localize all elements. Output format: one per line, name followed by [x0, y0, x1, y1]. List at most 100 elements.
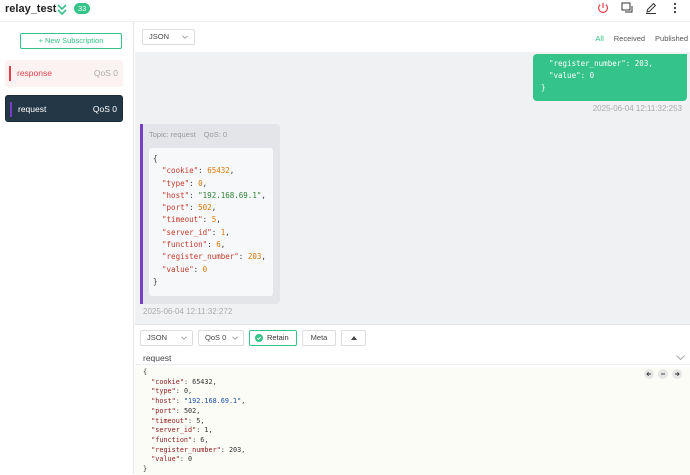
- chevron-down-icon[interactable]: [676, 354, 685, 361]
- published-line: "value": 0: [549, 71, 595, 80]
- json-key: "type": [151, 387, 176, 396]
- json-line: "port": 502,: [162, 203, 217, 213]
- json-value: "192.168.69.1": [183, 397, 242, 406]
- json-line: "type": 0,: [162, 178, 208, 188]
- json-value: 5: [211, 215, 217, 225]
- json-value: 0: [198, 178, 203, 188]
- json-brace-open: {: [143, 368, 148, 376]
- composer-format-select[interactable]: JSON: [140, 330, 193, 346]
- json-key: "value": [162, 264, 194, 274]
- received-message-bubble[interactable]: Topic: request QoS: 0 { "cookie": 65432, …: [140, 124, 280, 304]
- json-line: "function": 6,: [162, 240, 226, 250]
- filter-received[interactable]: Received: [614, 34, 645, 43]
- message-filter-tabs: All Received Published: [595, 34, 688, 43]
- json-value: 5: [196, 416, 201, 425]
- json-key: "timeout": [151, 416, 189, 425]
- json-key: "host": [162, 190, 190, 200]
- json-value: 502: [198, 203, 212, 213]
- json-line: "host": "192.168.69.1",: [151, 397, 246, 406]
- subscription-qos: QoS 0: [93, 68, 118, 78]
- json-line: "value": 0: [151, 455, 193, 464]
- subscription-topic: response: [17, 68, 52, 78]
- publish-composer: JSON QoS 0 Retain Meta request { "cookie…: [135, 324, 690, 475]
- json-line: "type": 0,: [151, 387, 193, 396]
- received-payload: { "cookie": 65432, "type": 0, "host": "1…: [149, 148, 273, 296]
- retain-label: Retain: [267, 333, 289, 342]
- json-key: "server_id": [162, 227, 212, 237]
- subscription-color-bar: [10, 102, 12, 117]
- header-actions: [596, 1, 682, 15]
- json-key: "register_number": [151, 445, 221, 454]
- json-line: "host": "192.168.69.1",: [162, 190, 266, 200]
- subscription-topic: request: [18, 104, 47, 114]
- json-key: "type": [162, 178, 190, 188]
- chevron-down-icon: [182, 35, 188, 39]
- retain-toggle[interactable]: Retain: [249, 330, 297, 346]
- published-line: "register_number": 203,: [549, 59, 653, 68]
- json-line: "server_id": 1,: [162, 227, 230, 237]
- filter-all[interactable]: All: [595, 34, 603, 43]
- caret-up-icon: [351, 336, 357, 340]
- arrow-right-icon[interactable]: [672, 369, 682, 379]
- payload-editor[interactable]: { "cookie": 65432, "type": 0, "host": "1…: [135, 367, 690, 475]
- composer-qos-value: QoS 0: [205, 333, 227, 342]
- new-subscription-button[interactable]: + New Subscription: [20, 33, 122, 49]
- received-timestamp: 2025-06-04 12:11:32:272: [143, 307, 233, 316]
- json-key: "function": [162, 240, 208, 250]
- payload-format-select[interactable]: JSON: [142, 29, 195, 45]
- more-icon[interactable]: [668, 1, 682, 15]
- json-value: 0: [188, 455, 193, 464]
- double-chevron-down-icon[interactable]: [56, 2, 68, 16]
- composer-qos-select[interactable]: QoS 0: [198, 330, 244, 346]
- message-list[interactable]: JSON All Received Published "register_nu…: [135, 22, 690, 324]
- topic-input[interactable]: request: [135, 351, 690, 365]
- minus-icon[interactable]: [658, 369, 668, 379]
- json-value: 65432: [192, 377, 213, 386]
- json-key: "cookie": [151, 377, 184, 386]
- json-line: "cookie": 65432,: [151, 377, 217, 386]
- json-value: 0: [183, 387, 189, 396]
- check-circle-icon: [255, 334, 263, 342]
- message-count-badge: 33: [74, 3, 91, 14]
- json-line: "server_id": 1,: [151, 426, 213, 435]
- json-key: "timeout": [162, 215, 203, 225]
- received-topic: Topic: request: [149, 130, 196, 139]
- scripts-icon[interactable]: [620, 1, 634, 15]
- history-nav: [644, 369, 682, 379]
- json-value: 6: [216, 240, 221, 250]
- json-line: "cookie": 65432,: [162, 166, 235, 176]
- received-message-header: Topic: request QoS: 0: [149, 130, 227, 139]
- power-icon[interactable]: [596, 1, 610, 15]
- json-line: "function": 6,: [151, 435, 209, 444]
- json-line: "timeout": 5,: [162, 215, 221, 225]
- subscription-qos: QoS 0: [92, 104, 117, 114]
- received-qos: QoS: 0: [203, 130, 228, 139]
- expand-up-button[interactable]: [341, 330, 366, 346]
- json-key: "cookie": [162, 166, 199, 176]
- json-line: "timeout": 5,: [151, 416, 205, 425]
- edit-icon[interactable]: [644, 1, 658, 15]
- subscriptions-sidebar: + New Subscription response QoS 0 reques…: [0, 22, 134, 474]
- json-value: 1: [204, 426, 209, 435]
- subscription-item-response[interactable]: response QoS 0: [5, 60, 123, 87]
- top-bar: relay_test 33: [0, 0, 690, 22]
- message-toolbar: JSON All Received Published: [135, 22, 690, 52]
- subscription-color-bar: [9, 66, 11, 81]
- json-key: "register_number": [162, 252, 239, 262]
- arrow-left-icon[interactable]: [644, 369, 654, 379]
- topic-color-bar: [140, 124, 143, 304]
- payload-format-value: JSON: [149, 32, 170, 41]
- json-value: 203: [228, 445, 242, 454]
- json-key: "port": [162, 203, 190, 213]
- json-value: 1: [220, 227, 226, 237]
- json-brace-close: }: [143, 465, 148, 474]
- json-value: 65432: [207, 166, 230, 176]
- published-message-bubble[interactable]: "register_number": 203, "value": 0 }: [533, 54, 687, 101]
- filter-published[interactable]: Published: [655, 34, 688, 43]
- subscription-item-request[interactable]: request QoS 0: [5, 95, 123, 122]
- json-brace-open: {: [153, 154, 158, 163]
- json-line: "port": 502,: [151, 406, 201, 415]
- meta-button[interactable]: Meta: [302, 330, 336, 346]
- json-key: "port": [151, 406, 176, 415]
- chevron-down-icon: [181, 336, 187, 340]
